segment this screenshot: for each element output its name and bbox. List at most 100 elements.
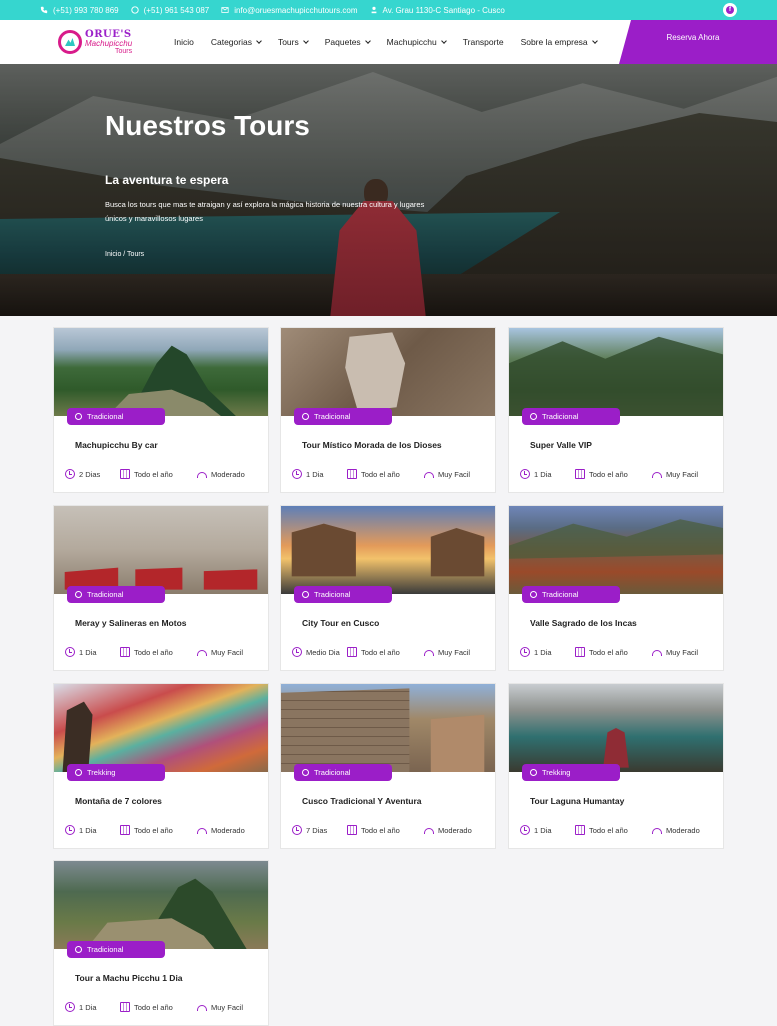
tour-card-laguna-humantay[interactable]: Trekking Tour Laguna Humantay 1 Dia Todo…	[508, 683, 724, 849]
tour-card-moray-motos[interactable]: Tradicional Meray y Salineras en Motos 1…	[53, 505, 269, 671]
clock-icon	[520, 825, 530, 835]
tour-season: Todo el año	[134, 825, 173, 835]
tour-image[interactable]	[509, 328, 723, 416]
nav-item-transporte[interactable]: Transporte	[463, 37, 504, 47]
nav-item-label: Categorias	[210, 37, 252, 47]
nav-menu: Inicio Categorias Tours Paquetes Machupi…	[174, 37, 614, 47]
tour-season: Todo el año	[589, 647, 628, 657]
tour-meta: 7 Dias Todo el año Moderado	[292, 825, 492, 835]
calendar-icon	[120, 1002, 130, 1012]
tour-image[interactable]	[54, 861, 268, 949]
tour-title[interactable]: Montaña de 7 colores	[75, 796, 162, 806]
tour-card-machupicchu-by-car[interactable]: Tradicional Machupicchu By car 2 Dias To…	[53, 327, 269, 493]
tour-title[interactable]: City Tour en Cusco	[302, 618, 379, 628]
category-label: Tradicional	[314, 590, 351, 599]
category-badge: Tradicional	[294, 764, 392, 781]
tour-duration: 1 Dia	[79, 647, 97, 657]
tour-image[interactable]	[281, 506, 495, 594]
calendar-icon	[120, 647, 130, 657]
chevron-down-icon	[302, 37, 309, 44]
tour-image[interactable]	[54, 684, 268, 772]
tour-meta: 1 Dia Todo el año Moderado	[520, 825, 720, 835]
nav-item-sobre-la-empresa[interactable]: Sobre la empresa	[520, 37, 598, 47]
compass-icon	[302, 413, 309, 420]
tour-card-mistico[interactable]: Tradicional Tour Místico Morada de los D…	[280, 327, 496, 493]
tour-image[interactable]	[509, 684, 723, 772]
category-label: Tradicional	[87, 412, 124, 421]
nav-item-tours[interactable]: Tours	[278, 37, 309, 47]
site-logo[interactable]: ORUE'S Machupicchu Tours	[58, 26, 138, 58]
category-label: Tradicional	[314, 768, 351, 777]
difficulty-gauge-icon	[197, 828, 207, 834]
tour-title[interactable]: Cusco Tradicional Y Aventura	[302, 796, 422, 806]
compass-icon	[75, 413, 82, 420]
compass-icon	[75, 769, 82, 776]
tour-meta: 1 Dia Todo el año Muy Facil	[520, 647, 720, 657]
tour-duration: 1 Dia	[79, 1002, 97, 1012]
tour-difficulty: Muy Facil	[666, 469, 699, 479]
tour-image[interactable]	[54, 506, 268, 594]
phone-2[interactable]: (+51) 961 543 087	[130, 6, 209, 15]
facebook-link[interactable]: f	[723, 3, 737, 17]
tour-title[interactable]: Super Valle VIP	[530, 440, 592, 450]
tour-meta: 1 Dia Todo el año Muy Facil	[65, 1002, 265, 1012]
tour-meta: 1 Dia Todo el año Muy Facil	[65, 647, 265, 657]
tour-title[interactable]: Tour Laguna Humantay	[530, 796, 624, 806]
email-link[interactable]: info@oruesmachupicchutours.com	[221, 6, 358, 15]
tour-season: Todo el año	[134, 647, 173, 657]
difficulty-gauge-icon	[652, 828, 662, 834]
category-label: Tradicional	[542, 412, 579, 421]
phone-1[interactable]: (+51) 993 780 869	[40, 6, 119, 15]
calendar-icon	[575, 647, 585, 657]
tour-duration: 1 Dia	[534, 647, 552, 657]
tour-card-super-valle-vip[interactable]: Tradicional Super Valle VIP 1 Dia Todo e…	[508, 327, 724, 493]
tour-difficulty: Moderado	[438, 825, 472, 835]
difficulty-gauge-icon	[652, 650, 662, 656]
reserve-now-button[interactable]: Reserva Ahora	[619, 20, 777, 64]
top-contact-bar: (+51) 993 780 869 (+51) 961 543 087 info…	[0, 0, 777, 20]
hero-banner: Nuestros Tours La aventura te espera Bus…	[0, 64, 777, 316]
tour-title[interactable]: Tour Místico Morada de los Dioses	[302, 440, 442, 450]
tour-season: Todo el año	[361, 825, 400, 835]
difficulty-gauge-icon	[424, 472, 434, 478]
tour-card-city-tour[interactable]: Tradicional City Tour en Cusco Medio Dia…	[280, 505, 496, 671]
compass-icon	[530, 769, 537, 776]
compass-icon	[302, 591, 309, 598]
clock-icon	[65, 647, 75, 657]
tour-image[interactable]	[509, 506, 723, 594]
tour-card-cusco-tradicional[interactable]: Tradicional Cusco Tradicional Y Aventura…	[280, 683, 496, 849]
tour-title[interactable]: Tour a Machu Picchu 1 Dia	[75, 973, 183, 983]
address: Av. Grau 1130-C Santiago - Cusco	[370, 6, 505, 15]
chevron-down-icon	[440, 37, 447, 44]
tour-image[interactable]	[281, 328, 495, 416]
nav-item-inicio[interactable]: Inicio	[174, 37, 194, 47]
nav-item-label: Sobre la empresa	[520, 37, 588, 47]
compass-icon	[75, 946, 82, 953]
compass-icon	[530, 591, 537, 598]
nav-item-label: Machupicchu	[386, 37, 437, 47]
tour-difficulty: Muy Facil	[438, 647, 471, 657]
hero-description: Busca los tours que mas te atraigan y as…	[105, 200, 425, 223]
tour-card-montana-7-colores[interactable]: Trekking Montaña de 7 colores 1 Dia Todo…	[53, 683, 269, 849]
nav-item-paquetes[interactable]: Paquetes	[325, 37, 371, 47]
tour-season: Todo el año	[589, 469, 628, 479]
tour-duration: 2 Dias	[79, 469, 101, 479]
tour-season: Todo el año	[361, 647, 400, 657]
compass-icon	[302, 769, 309, 776]
tour-title[interactable]: Meray y Salineras en Motos	[75, 618, 187, 628]
breadcrumb[interactable]: Inicio / Tours	[105, 251, 144, 258]
tour-image[interactable]	[54, 328, 268, 416]
tour-card-machu-picchu-1-dia[interactable]: Tradicional Tour a Machu Picchu 1 Dia 1 …	[53, 860, 269, 1026]
category-badge: Tradicional	[522, 586, 620, 603]
nav-item-label: Inicio	[174, 37, 194, 47]
hero-subtitle: La aventura te espera	[105, 173, 229, 187]
nav-item-machupicchu[interactable]: Machupicchu	[386, 37, 447, 47]
tour-title[interactable]: Valle Sagrado de los Incas	[530, 618, 637, 628]
location-icon	[371, 6, 376, 14]
tour-card-valle-sagrado[interactable]: Tradicional Valle Sagrado de los Incas 1…	[508, 505, 724, 671]
tour-title[interactable]: Machupicchu By car	[75, 440, 158, 450]
category-label: Tradicional	[87, 590, 124, 599]
tour-image[interactable]	[281, 684, 495, 772]
tour-duration: 1 Dia	[79, 825, 97, 835]
nav-item-categorias[interactable]: Categorias	[210, 37, 262, 47]
